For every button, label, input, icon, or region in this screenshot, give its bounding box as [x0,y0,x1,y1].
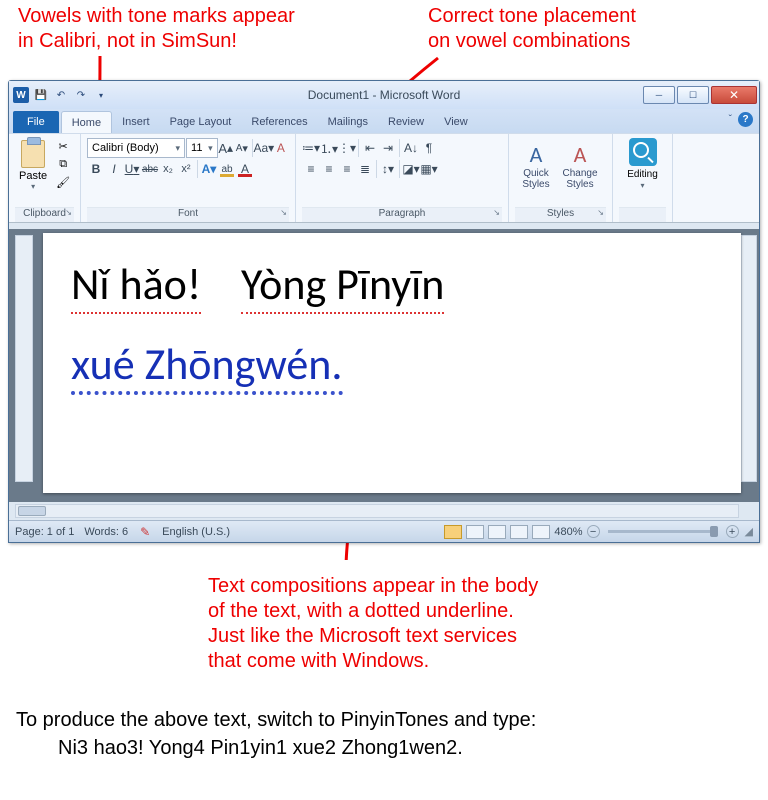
italic-button[interactable]: I [105,159,123,179]
format-painter-icon[interactable]: 🖌 [54,174,72,190]
shading-icon[interactable]: ◪▾ [402,159,420,179]
text-composition: xué Zhōngwén. [71,337,343,395]
styles-launcher-icon[interactable]: ↘ [597,208,604,217]
tab-page-layout[interactable]: Page Layout [160,111,242,133]
text-yong-pinyin: Yòng Pīnyīn [241,257,444,314]
paste-button[interactable]: Paste ▾ [15,138,51,207]
document-line-2: xué Zhōngwén. [71,337,713,391]
align-center-icon[interactable]: ≡ [320,159,338,179]
increase-indent-icon[interactable]: ⇥ [379,138,397,158]
tab-home[interactable]: Home [61,111,112,133]
text-ni-hao: Nǐ hǎo! [71,257,201,314]
horizontal-scrollbar[interactable] [15,504,739,518]
tab-view[interactable]: View [434,111,478,133]
clipboard-launcher-icon[interactable]: ↘ [65,208,72,217]
paragraph-group-label: Paragraph↘ [302,207,502,222]
status-words[interactable]: Words: 6 [84,526,128,538]
document-line-1: Nǐ hǎo! Yòng Pīnyīn [71,257,713,311]
font-group-label: Font↘ [87,207,289,222]
zoom-value[interactable]: 480% [554,526,582,538]
editing-label: Editing [627,169,658,180]
borders-icon[interactable]: ▦▾ [420,159,438,179]
ribbon-group-paragraph: ≔▾ ⒈▾ ⋮▾ ⇤ ⇥ A↓ ¶ ≡ ≡ ≡ ≣ [296,134,509,222]
paste-label: Paste [19,170,47,182]
tab-file[interactable]: File [13,111,59,133]
font-launcher-icon[interactable]: ↘ [280,208,287,217]
ribbon-group-clipboard: Paste ▾ ✂ ⧉ 🖌 Clipboard↘ [9,134,81,222]
justify-icon[interactable]: ≣ [356,159,374,179]
bullets-icon[interactable]: ≔▾ [302,138,320,158]
grow-font-icon[interactable]: A▴ [218,138,234,158]
help-icon[interactable]: ? [738,112,753,127]
status-language[interactable]: English (U.S.) [162,526,230,538]
ribbon-group-editing: Editing ▾ [613,134,673,222]
proofing-icon[interactable]: ✎ [138,525,152,539]
ribbon-group-font: Calibri (Body)▾ 11▾ A▴ A▾ Aa▾ A B I U▾ a… [81,134,296,222]
multilevel-icon[interactable]: ⋮▾ [338,138,356,158]
resize-grip-icon[interactable]: ◢ [745,525,753,538]
numbering-icon[interactable]: ⒈▾ [320,138,338,158]
tab-insert[interactable]: Insert [112,111,160,133]
status-page[interactable]: Page: 1 of 1 [15,526,74,538]
print-layout-view-icon[interactable] [444,525,462,539]
tab-mailings[interactable]: Mailings [318,111,378,133]
tab-review[interactable]: Review [378,111,434,133]
subscript-button[interactable]: x₂ [159,159,177,179]
vertical-scrollbar[interactable] [741,235,757,482]
decrease-indent-icon[interactable]: ⇤ [361,138,379,158]
scrollbar-thumb[interactable] [18,506,46,516]
copy-icon[interactable]: ⧉ [54,156,72,172]
footer-line-1: To produce the above text, switch to Pin… [16,706,536,734]
styles-group-label: Styles↘ [515,207,606,222]
underline-button[interactable]: U▾ [123,159,141,179]
clipboard-group-label: Clipboard↘ [15,207,74,222]
document-area: Nǐ hǎo! Yòng Pīnyīn xué Zhōngwén. [9,229,759,502]
align-right-icon[interactable]: ≡ [338,159,356,179]
outline-view-icon[interactable] [510,525,528,539]
zoom-out-button[interactable]: − [587,525,600,538]
zoom-in-button[interactable]: + [726,525,739,538]
font-name-combo[interactable]: Calibri (Body)▾ [87,138,185,158]
change-styles-button[interactable]: A Change Styles [559,138,601,192]
shrink-font-icon[interactable]: A▾ [234,138,250,158]
ribbon-tabs: File Home Insert Page Layout References … [9,109,759,133]
change-case-icon[interactable]: Aa▾ [255,138,273,158]
superscript-button[interactable]: x² [177,159,195,179]
tab-references[interactable]: References [241,111,317,133]
align-left-icon[interactable]: ≡ [302,159,320,179]
status-bar: Page: 1 of 1 Words: 6 ✎ English (U.S.) 4… [9,520,759,542]
ribbon-group-styles: A Quick Styles A Change Styles Styles↘ [509,134,613,222]
draft-view-icon[interactable] [532,525,550,539]
minimize-ribbon-icon[interactable]: ˇ [729,114,732,125]
quick-styles-button[interactable]: A Quick Styles [515,138,557,192]
font-color-icon[interactable]: A [236,159,254,179]
zoom-slider-knob[interactable] [710,526,718,537]
annotation-bottom-mid: Text compositions appear in the body of … [208,574,538,674]
highlight-icon[interactable]: ab [218,159,236,179]
full-screen-view-icon[interactable] [466,525,484,539]
horizontal-scroll-area [9,502,759,520]
document-page[interactable]: Nǐ hǎo! Yòng Pīnyīn xué Zhōngwén. [43,233,741,493]
show-marks-icon[interactable]: ¶ [420,138,438,158]
titlebar: W 💾 ↶ ↷ ▾ Document1 - Microsoft Word ─ ☐… [9,81,759,109]
binoculars-icon[interactable] [629,138,657,166]
bold-button[interactable]: B [87,159,105,179]
clear-format-icon[interactable]: A [273,138,289,158]
paste-icon [21,140,45,168]
zoom-slider[interactable] [608,530,718,533]
cut-icon[interactable]: ✂ [54,138,72,154]
strike-button[interactable]: abc [141,159,159,179]
font-size-combo[interactable]: 11▾ [186,138,218,158]
editing-group-label [619,207,666,222]
vertical-ruler [15,235,33,482]
ribbon: Paste ▾ ✂ ⧉ 🖌 Clipboard↘ Calibri (Body)▾ [9,133,759,223]
text-effects-icon[interactable]: A▾ [200,159,218,179]
word-window: W 💾 ↶ ↷ ▾ Document1 - Microsoft Word ─ ☐… [8,80,760,543]
sort-icon[interactable]: A↓ [402,138,420,158]
footer-line-2: Ni3 hao3! Yong4 Pin1yin1 xue2 Zhong1wen2… [58,734,463,762]
line-spacing-icon[interactable]: ↕▾ [379,159,397,179]
paragraph-launcher-icon[interactable]: ↘ [493,208,500,217]
window-title: Document1 - Microsoft Word [9,88,759,102]
web-layout-view-icon[interactable] [488,525,506,539]
